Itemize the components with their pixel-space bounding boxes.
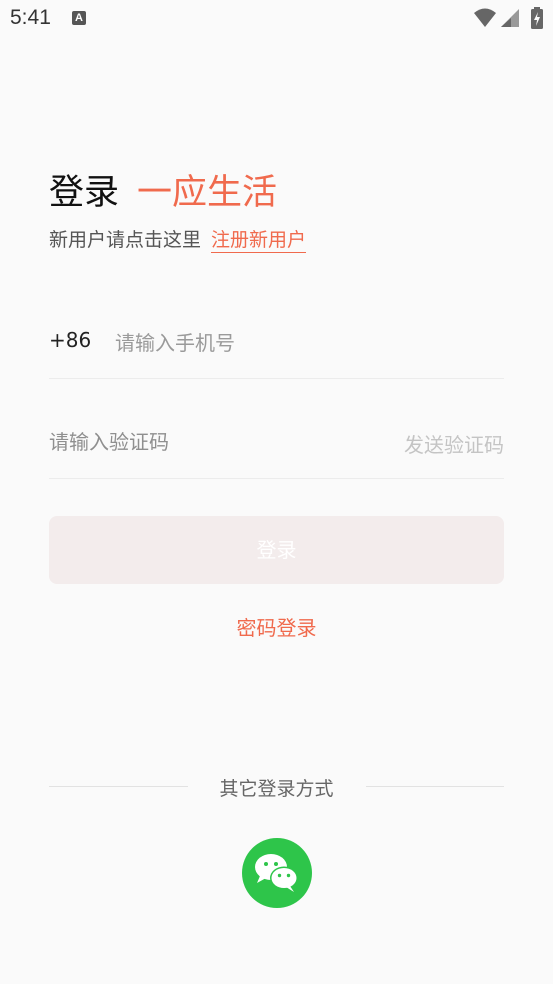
register-prompt: 新用户请点击这里 注册新用户 [49, 225, 307, 253]
country-code[interactable]: +86 [49, 328, 91, 352]
send-code-button[interactable]: 发送验证码 [404, 429, 504, 458]
wechat-icon [255, 854, 298, 892]
verification-code-input[interactable] [49, 424, 369, 460]
status-bar: 5:41 A [0, 0, 553, 38]
new-user-prompt: 新用户请点击这里 [49, 229, 202, 251]
login-title: 登录 [49, 173, 120, 213]
phone-field-row: +86 [49, 322, 504, 379]
page-title: 登录 一应生活 [49, 164, 277, 215]
password-login-link[interactable]: 密码登录 [0, 612, 553, 641]
text-a-icon: A [72, 11, 86, 25]
register-link[interactable]: 注册新用户 [211, 229, 307, 253]
phone-input[interactable] [113, 324, 497, 362]
wechat-login-button[interactable] [242, 838, 312, 908]
login-button[interactable]: 登录 [49, 516, 504, 584]
battery-charging-icon [531, 7, 543, 29]
code-field-row: 发送验证码 [49, 422, 504, 479]
brand-name: 一应生活 [137, 173, 278, 213]
cell-signal-icon [501, 9, 519, 27]
status-time: 5:41 [10, 6, 51, 29]
wifi-icon [474, 8, 496, 27]
divider [366, 786, 504, 787]
other-login-label: 其它登录方式 [219, 778, 334, 800]
